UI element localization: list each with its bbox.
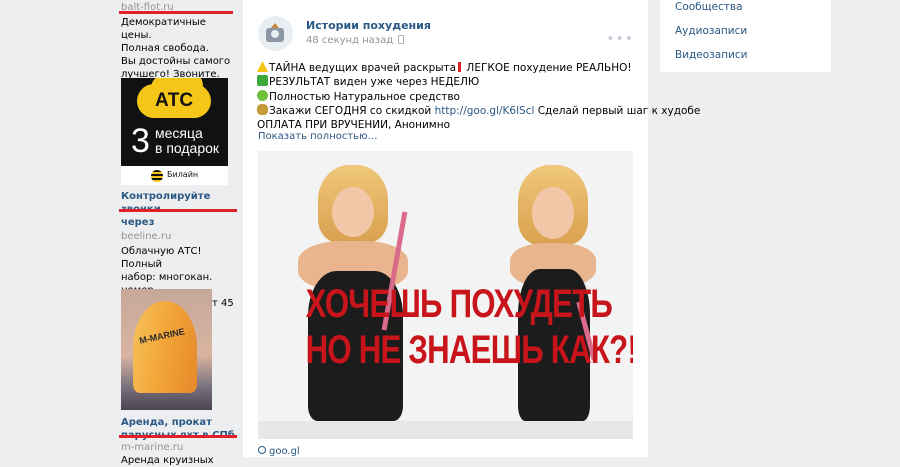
post-line-text: Закажи СЕГОДНЯ со скидкой: [269, 104, 435, 117]
headline-line: НО НЕ ЗНАЕШЬ КАК?!: [305, 328, 633, 372]
red-underline: [119, 11, 233, 14]
post-line: Закажи СЕГОДНЯ со скидкой http://goo.gl/…: [257, 103, 700, 118]
post-time[interactable]: 48 секунд назад: [306, 35, 405, 46]
post-time-text: 48 секунд назад: [306, 35, 394, 46]
ad-text-line: Облачную АТС! Полный: [121, 246, 202, 270]
post-line-text: Сделай первый шаг к худобе: [534, 104, 701, 117]
post-line-text: РЕЗУЛЬТАТ виден уже через НЕДЕЛЮ: [269, 76, 480, 89]
post-line-text: Полностью Натуральное средство: [269, 90, 460, 103]
show-more-link[interactable]: Показать полностью…: [258, 131, 378, 142]
face: [332, 187, 374, 237]
post-source-text: goo.gl: [269, 446, 300, 457]
right-menu: Сообщества Аудиозаписи Видеозаписи: [660, 0, 831, 72]
ad-beeline-image[interactable]: АТС 3 месяца в подарок Билайн: [121, 78, 228, 185]
menu-item-video[interactable]: Видеозаписи: [675, 49, 747, 61]
scale-icon: [266, 23, 284, 42]
ad-text-line: Аренда круизных: [121, 455, 214, 466]
ad-title-line: Аренда, прокат: [121, 417, 212, 428]
post-line-text: ЛЕГКОЕ похудение РЕАЛЬНО!: [463, 62, 632, 74]
face: [532, 187, 574, 239]
mobile-icon: [398, 35, 405, 44]
atc-label: АТС: [154, 90, 194, 111]
ad-domain[interactable]: beeline.ru: [121, 231, 239, 243]
promo-text: месяца в подарок: [155, 126, 219, 156]
promo-number: 3: [131, 122, 150, 160]
ad-text-line: Демократичные цены.: [121, 17, 206, 41]
post-line: Полностью Натуральное средство: [257, 89, 642, 104]
post-image[interactable]: ХОЧЕШЬ ПОХУДЕТЬ НО НЕ ЗНАЕШЬ КАК?!: [258, 151, 633, 439]
ad-text-line: Вы достойны самого: [121, 56, 231, 67]
ellipsis-icon[interactable]: •••: [606, 31, 634, 47]
menu-item-audio[interactable]: Аудиозаписи: [675, 25, 747, 37]
ad-title[interactable]: Аренда, прокат парусных яхт в СПб: [121, 416, 239, 442]
post-line-text: ОПЛАТА ПРИ ВРУЧЕНИИ, Анонимно: [257, 119, 451, 132]
moneybag-icon: [257, 103, 268, 115]
image-headline: ХОЧЕШЬ ПОХУДЕТЬ НО НЕ ЗНАЕШЬ КАК?!: [305, 281, 633, 373]
post-text: ТАЙНА ведущих врачей раскрыта ЛЕГКОЕ пох…: [257, 61, 700, 132]
sail-shape: [133, 301, 197, 393]
feed-post: Истории похудения 48 секунд назад ••• ТА…: [243, 0, 700, 457]
promo-line: в подарок: [155, 140, 220, 156]
post-line: ТАЙНА ведущих врачей раскрыта ЛЕГКОЕ пох…: [257, 61, 642, 75]
ad-domain[interactable]: m-marine.ru: [121, 442, 239, 454]
ad-title-line: через: [121, 217, 155, 228]
post-link[interactable]: http://goo.gl/K6lScl: [435, 105, 535, 117]
ad-m-marine: Аренда, прокат парусных яхт в СПб m-mari…: [121, 416, 239, 467]
post-line-text: ТАЙНА ведущих врачей раскрыта: [269, 62, 457, 74]
beeline-logo-icon: [151, 170, 163, 182]
brand-name: Билайн: [167, 170, 199, 179]
headline-line: ХОЧЕШЬ ПОХУДЕТЬ: [305, 282, 613, 326]
ad-text-line: Полная свобода.: [121, 43, 209, 54]
link-icon: [258, 446, 266, 454]
warning-icon: [257, 61, 268, 72]
red-underline: [119, 209, 237, 212]
check-icon: [257, 75, 268, 87]
red-underline: [119, 435, 237, 438]
post-line: РЕЗУЛЬТАТ виден уже через НЕДЕЛЮ: [257, 75, 642, 89]
green-circle-icon: [257, 89, 268, 101]
menu-item-communities[interactable]: Сообщества: [675, 1, 743, 13]
exclamation-icon: [458, 62, 462, 72]
ad-yacht-image[interactable]: M-MARINE: [121, 289, 212, 410]
post-source[interactable]: goo.gl: [258, 446, 300, 457]
brand-strip: Билайн: [121, 166, 228, 185]
post-author[interactable]: Истории похудения: [306, 19, 431, 32]
promo-line: месяца: [155, 125, 203, 141]
avatar[interactable]: [258, 16, 293, 51]
